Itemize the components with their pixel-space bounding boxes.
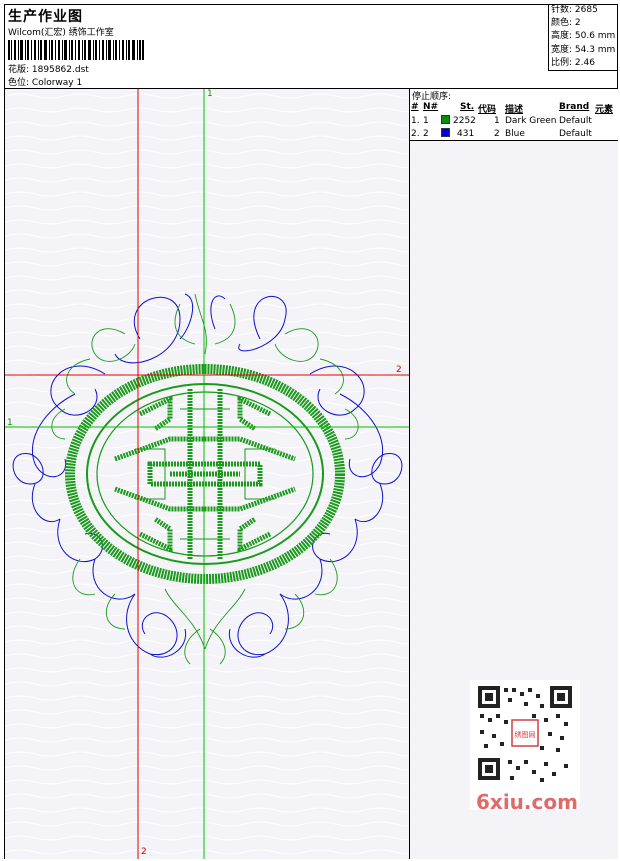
row-stitches: 2252: [453, 116, 476, 126]
row-n: 2: [423, 129, 429, 139]
design-canvas: 1 1 2 2: [5, 89, 409, 859]
stop-sequence-table: 停止顺序: # N# St. 代码 描述 Brand 元素 1. 1 2252 …: [410, 89, 618, 141]
design-preview: [5, 89, 409, 859]
color-swatch-dark-green: [441, 115, 450, 124]
row-code: 1: [494, 116, 500, 126]
design-label: 花版:: [8, 65, 30, 75]
color-count: 颜色: 2: [551, 18, 581, 29]
company-name: Wilcom(汇宏) 绣饰工作室: [8, 28, 114, 38]
row-desc: Blue: [505, 129, 525, 139]
color-swatch-blue: [441, 128, 450, 137]
axis-label-red-bottom: 2: [141, 847, 147, 857]
col-header-stitches: St.: [460, 102, 475, 112]
design-height: 高度: 50.6 mm: [551, 31, 616, 42]
barcode: [8, 40, 144, 60]
colorway-name: Colorway 1: [31, 78, 83, 88]
row-stitches: 431: [457, 129, 475, 139]
stitch-count: 针数: 2685: [551, 5, 598, 15]
watermark: 6xiu.com: [476, 790, 578, 814]
row-index: 1.: [411, 116, 420, 126]
row-brand: Default: [559, 116, 592, 126]
page-title: 生产作业图: [8, 9, 83, 25]
col-header-index: #: [411, 102, 419, 112]
axis-label-red-right: 2: [396, 365, 402, 375]
axis-label-green-top: 1: [207, 89, 213, 99]
axis-label-green-left: 1: [7, 418, 13, 428]
qr-badge: 绣图网: [515, 730, 536, 739]
row-code: 2: [494, 129, 500, 139]
col-header-brand: Brand: [559, 102, 590, 112]
stop-sequence-title: 停止顺序:: [412, 92, 452, 102]
col-header-desc: 描述: [505, 105, 524, 115]
design-stats: 针数: 2685 颜色: 2 高度: 50.6 mm 宽度: 54.3 mm 比…: [548, 4, 618, 71]
col-header-n: N#: [423, 102, 439, 112]
design-width: 宽度: 54.3 mm: [551, 44, 616, 55]
row-desc: Dark Green: [505, 116, 557, 126]
col-header-element: 元素: [595, 105, 614, 115]
col-header-code: 代码: [478, 105, 497, 115]
row-brand: Default: [559, 129, 592, 139]
row-index: 2.: [411, 129, 420, 139]
colorway-label: 色位:: [8, 78, 30, 88]
design-file: 1895862.dst: [31, 65, 89, 75]
design-ratio: 比例: 2.46: [551, 57, 595, 68]
row-n: 1: [423, 116, 429, 126]
header: 生产作业图 Wilcom(汇宏) 绣饰工作室 花版: 1895862.dst 色…: [4, 4, 618, 89]
